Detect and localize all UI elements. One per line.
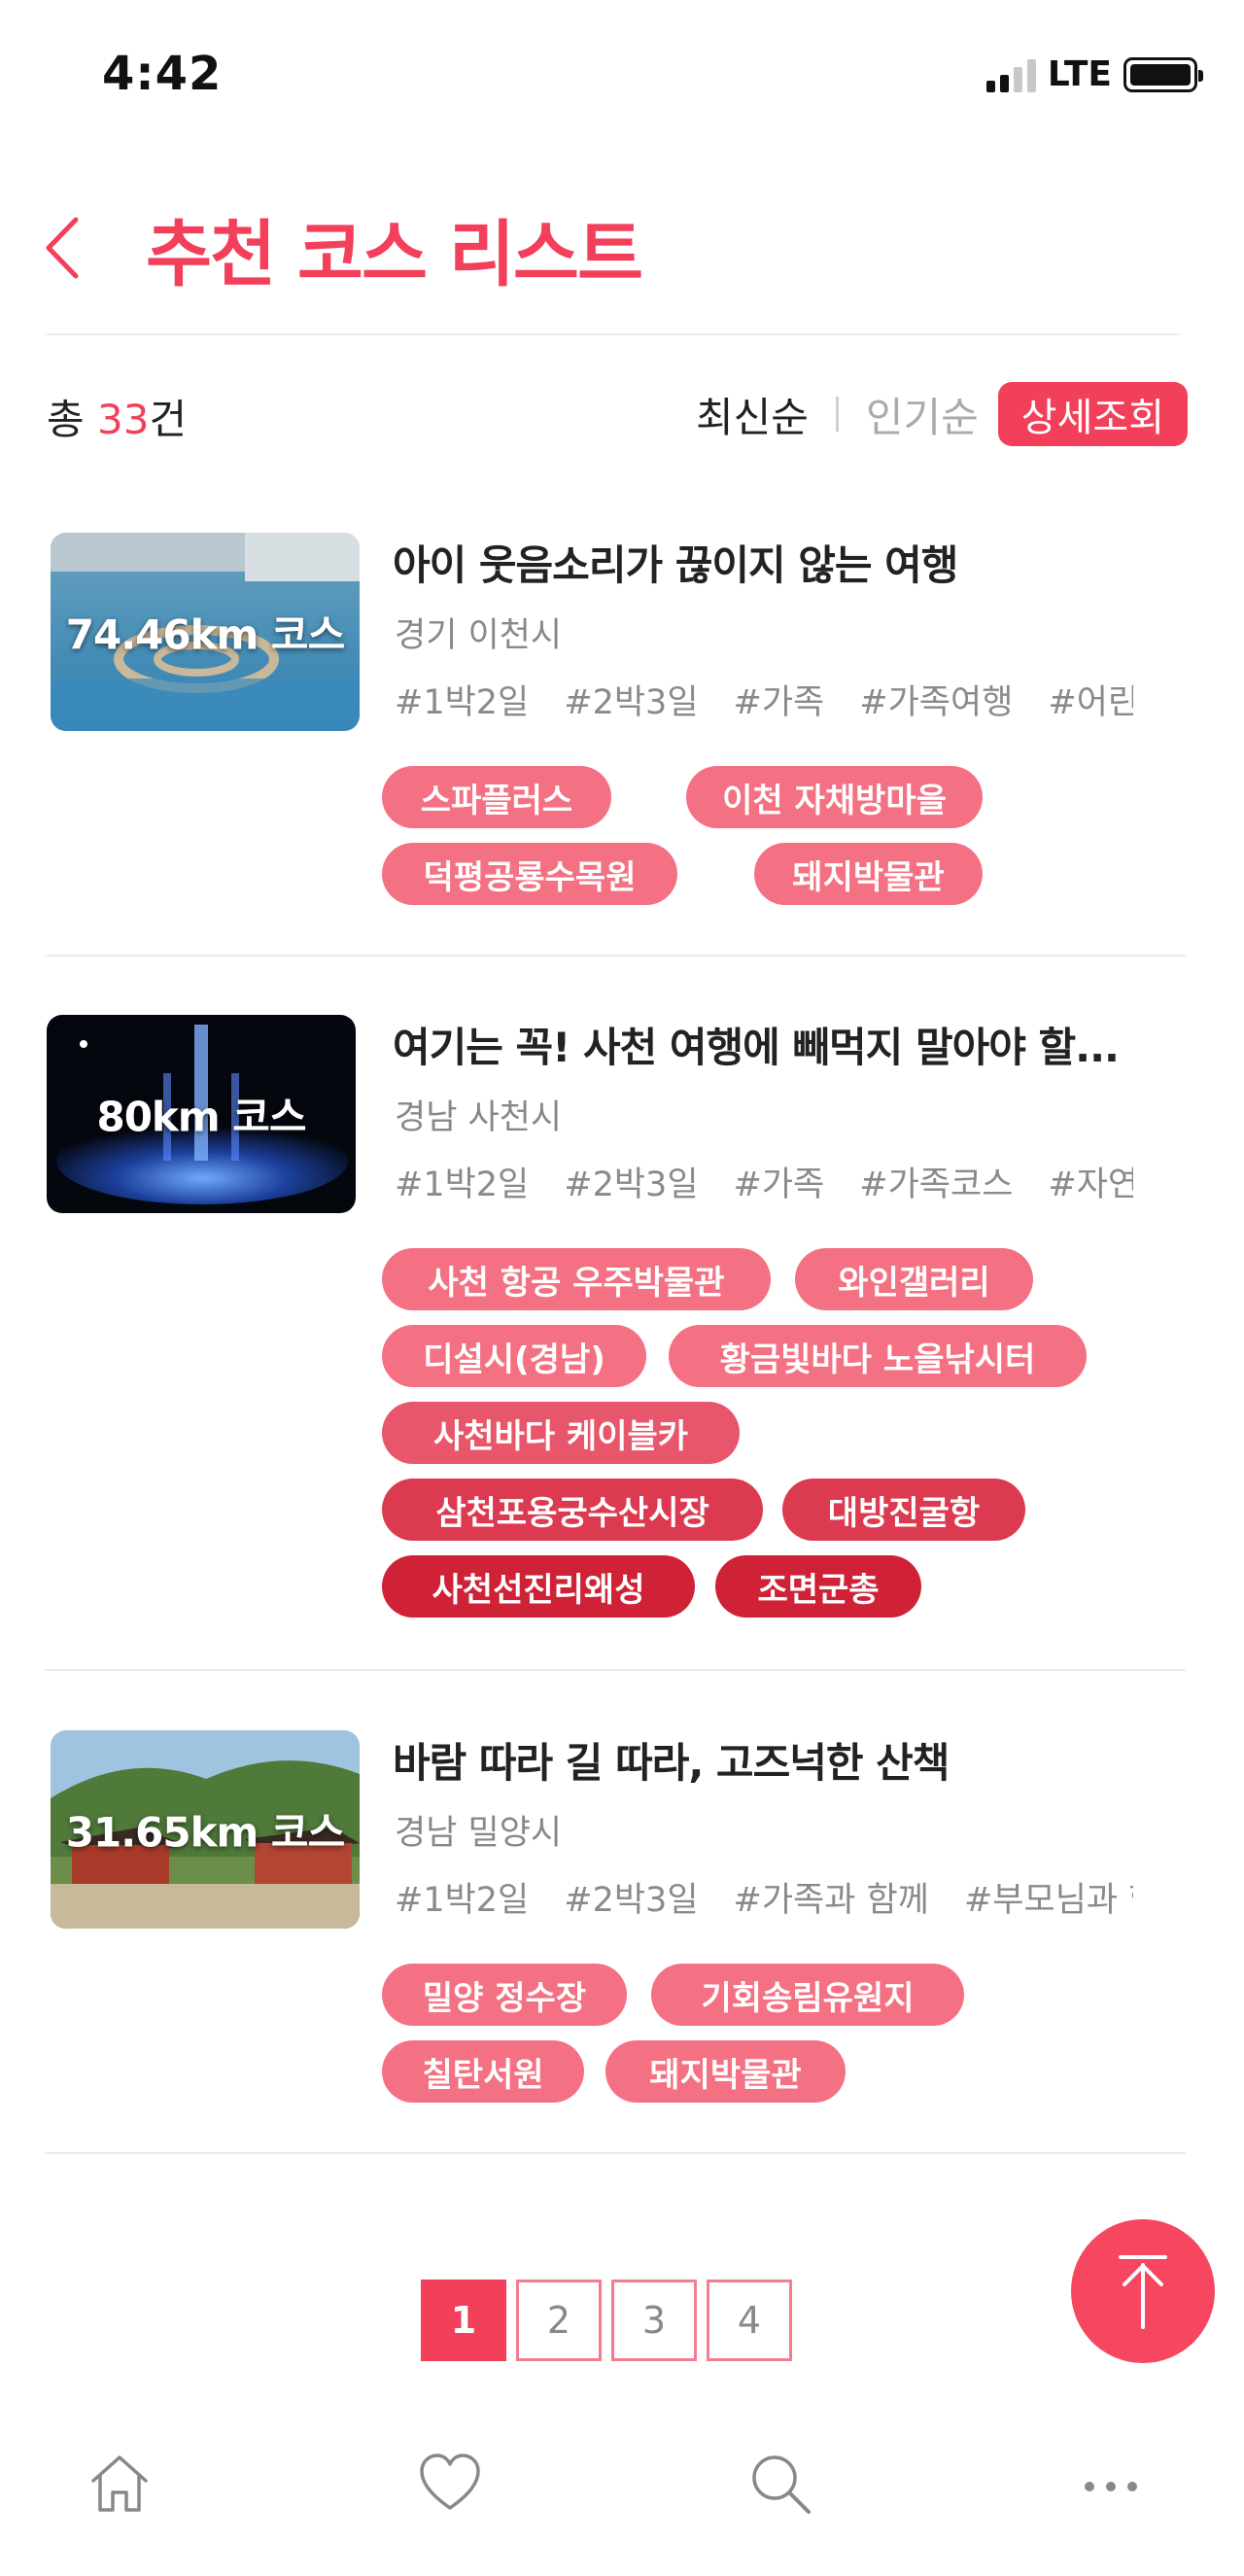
place-chip[interactable]: 대방진굴항 [782,1479,1025,1541]
back-arrow-icon[interactable] [39,204,97,292]
place-chip[interactable]: 밀양 정수장 [382,1964,627,2026]
page-button-1[interactable]: 1 [421,2280,506,2361]
hashtag: #가족 [733,683,825,722]
course-region: 경기 이천시 [395,616,563,655]
place-chip[interactable]: 사천선진리왜성 [382,1555,695,1618]
place-chip[interactable]: 이천 자채방마을 [686,766,983,828]
status-bar: 4:42 LTE [0,0,1244,146]
pagination: 1 2 3 4 [421,2280,792,2361]
home-icon[interactable] [76,2440,163,2527]
sort-separator [835,397,839,432]
place-chip[interactable]: 황금빛바다 노을낚시터 [669,1325,1087,1387]
page-button-4[interactable]: 4 [707,2280,792,2361]
page-button-3[interactable]: 3 [611,2280,697,2361]
course-thumbnail[interactable]: 80km 코스 [47,1015,356,1213]
hashtag: #1박2일 [395,683,530,722]
hashtag: #1박2일 [395,1881,530,1920]
count-value: 33 [97,396,150,443]
hashtag: #1박2일 [395,1166,530,1204]
status-time: 4:42 [102,47,223,101]
place-chip[interactable]: 돼지박물관 [605,2040,846,2103]
hashtag: #가족코스 [859,1166,1014,1204]
course-divider [45,955,1186,957]
hashtag: #2박3일 [564,683,699,722]
search-icon[interactable] [737,2440,824,2527]
bottom-nav [0,2430,1244,2576]
arrow-up-icon [1119,2255,1167,2329]
network-label: LTE [1047,54,1112,94]
hashtag: #어린이... [1048,683,1133,722]
course-distance: 74.46km 코스 [65,610,345,659]
place-chips: 사천 항공 우주박물관 와인갤러리 디설시(경남) 황금빛바다 노을낚시터 사천… [382,1248,1179,1632]
detail-search-button[interactable]: 상세조회 [997,382,1188,446]
place-chip[interactable]: 사천바다 케이블카 [382,1402,740,1464]
hashtag: #가족과 함께 [733,1881,929,1920]
place-chip[interactable]: 기회송림유원지 [651,1964,964,2026]
course-divider [45,2152,1186,2154]
course-title[interactable]: 바람 따라 길 따라, 고즈넉한 산책 [393,1730,1131,1790]
hashtag: #부모님과 함... [963,1881,1133,1920]
place-chip[interactable]: 덕평공룡수목원 [382,843,677,905]
header-divider [45,333,1180,335]
scroll-top-button[interactable] [1071,2219,1215,2363]
count-suffix: 건 [149,396,188,443]
hashtag: #2박3일 [564,1166,699,1204]
place-chip[interactable]: 조면군총 [715,1555,921,1618]
heart-icon[interactable] [406,2440,494,2527]
battery-icon [1123,56,1203,92]
course-tags: #1박2일 #2박3일 #가족 #가족여행 #어린이... [395,675,1133,724]
course-distance: 31.65km 코스 [65,1808,345,1857]
course-title[interactable]: 여기는 꼭! 사천 여행에 빼먹지 말아야 할... [393,1015,1131,1074]
hashtag: #자연과... [1048,1166,1133,1204]
course-thumbnail[interactable]: 74.46km 코스 [51,533,360,731]
place-chip[interactable]: 사천 항공 우주박물관 [382,1248,771,1310]
course-title[interactable]: 아이 웃음소리가 끊이지 않는 여행 [393,533,1131,592]
more-icon[interactable] [1067,2440,1155,2527]
course-region: 경남 밀양시 [395,1814,563,1853]
place-chip[interactable]: 칠탄서원 [382,2040,584,2103]
course-thumbnail[interactable]: 31.65km 코스 [51,1730,360,1929]
sort-popular[interactable]: 인기순 [866,385,979,444]
page-button-2[interactable]: 2 [516,2280,602,2361]
course-tags: #1박2일 #2박3일 #가족 #가족코스 #자연과... [395,1157,1133,1206]
place-chips: 밀양 정수장 기회송림유원지 칠탄서원 돼지박물관 [382,1964,1179,2117]
hashtag: #가족 [733,1166,825,1204]
header: 추천 코스 리스트 [0,175,1244,331]
place-chips: 스파플러스 이천 자채방마을 덕평공룡수목원 돼지박물관 [382,766,1179,920]
place-chip[interactable]: 와인갤러리 [795,1248,1033,1310]
place-chip[interactable]: 돼지박물관 [754,843,983,905]
place-chip[interactable]: 스파플러스 [382,766,611,828]
page-title: 추천 코스 리스트 [146,213,643,296]
sort-latest[interactable]: 최신순 [696,385,809,444]
hashtag: #2박3일 [564,1881,699,1920]
count-prefix: 총 [47,396,97,443]
signal-icon [985,57,1036,92]
course-region: 경남 사천시 [395,1098,563,1137]
course-tags: #1박2일 #2박3일 #가족과 함께 #부모님과 함... [395,1872,1133,1922]
result-count: 총 33건 [47,387,187,446]
place-chip[interactable]: 삼천포용궁수산시장 [382,1479,763,1541]
hashtag: #가족여행 [859,683,1014,722]
sort-options: 최신순 인기순 상세조회 [696,382,1188,446]
place-chip[interactable]: 디설시(경남) [382,1325,646,1387]
course-divider [45,1669,1186,1671]
course-distance: 80km 코스 [96,1093,306,1141]
status-indicators: LTE [985,54,1203,94]
